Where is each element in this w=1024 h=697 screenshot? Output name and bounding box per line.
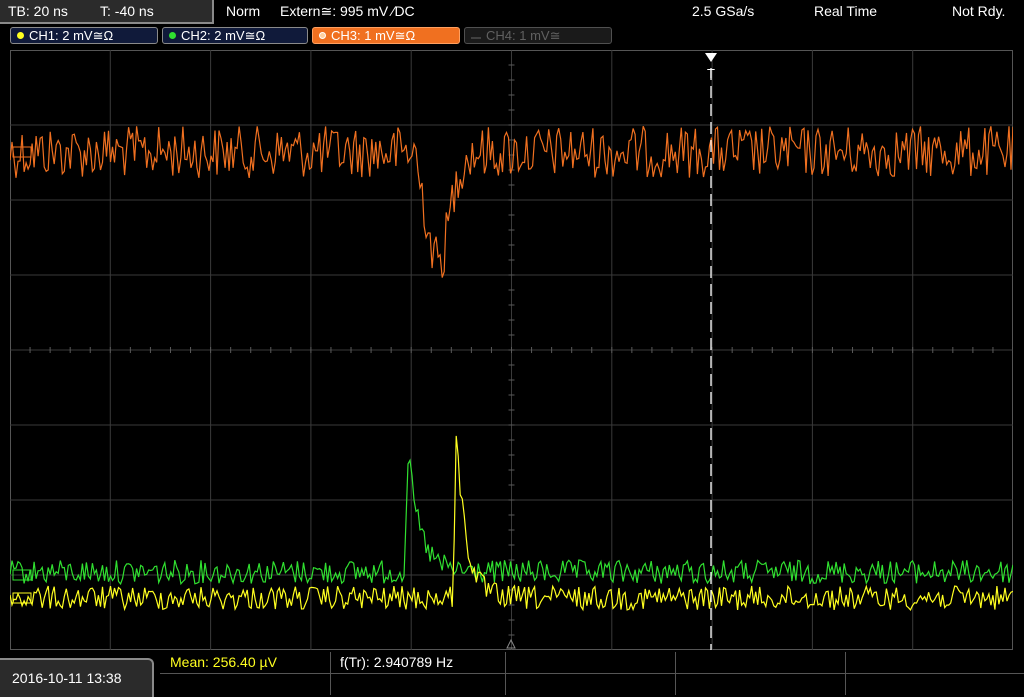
channel-bar: CH1: 2 mV≅Ω CH2: 2 mV≅Ω CH3: 1 mV≅Ω CH4:… xyxy=(0,24,1024,48)
channel-tab-ch2[interactable]: CH2: 2 mV≅Ω xyxy=(162,27,308,44)
measurement-bar: 2016-10-11 13:38 Mean: 256.40 µV f(Tr): … xyxy=(0,652,1024,697)
timebase-panel[interactable]: TB: 20 ns T: -40 ns xyxy=(0,0,214,24)
datetime-label: 2016-10-11 13:38 xyxy=(12,670,122,686)
ch2-label: CH2: 2 mV≅Ω xyxy=(181,28,266,43)
trigger-marker-label: T xyxy=(707,66,715,81)
ch2-indicator-icon xyxy=(169,32,176,39)
ch1-label: CH1: 2 mV≅Ω xyxy=(29,28,114,43)
timebase-label: TB: 20 ns xyxy=(8,3,68,19)
ch4-indicator-icon xyxy=(471,37,481,39)
waveform-display[interactable]: T xyxy=(10,50,1013,650)
channel-tab-ch3[interactable]: CH3: 1 mV≅Ω xyxy=(312,27,460,44)
acquisition-mode-label: Real Time xyxy=(814,3,878,19)
ch3-offset-marker-icon[interactable] xyxy=(12,146,32,158)
waveform-grid: T xyxy=(10,50,1013,650)
ch3-label: CH3: 1 mV≅Ω xyxy=(331,28,416,43)
channel-tab-ch1[interactable]: CH1: 2 mV≅Ω xyxy=(10,27,158,44)
frequency-measurement[interactable]: f(Tr): 2.940789 Hz xyxy=(340,654,453,670)
channel-tab-ch4[interactable]: CH4: 1 mV≅ xyxy=(464,27,612,44)
status-bar: TB: 20 ns T: -40 ns Norm Extern≅: 995 mV… xyxy=(0,0,1024,24)
ch1-indicator-icon xyxy=(17,32,24,39)
measurement-row-divider xyxy=(160,673,1024,674)
mean-measurement[interactable]: Mean: 256.40 µV xyxy=(170,654,277,670)
acquisition-status-label: Not Rdy. xyxy=(952,3,1006,19)
ch4-label: CH4: 1 mV≅ xyxy=(486,28,561,43)
trigger-source-label[interactable]: Extern≅: 995 mV ∕DC xyxy=(280,3,415,20)
trigger-position-icon[interactable] xyxy=(705,53,717,62)
trigger-mode-label[interactable]: Norm xyxy=(226,3,260,19)
sample-rate-label: 2.5 GSa/s xyxy=(692,3,755,19)
datetime-panel: 2016-10-11 13:38 xyxy=(0,658,154,697)
ch3-indicator-icon xyxy=(319,32,326,39)
trigger-time-label: T: -40 ns xyxy=(100,3,154,19)
